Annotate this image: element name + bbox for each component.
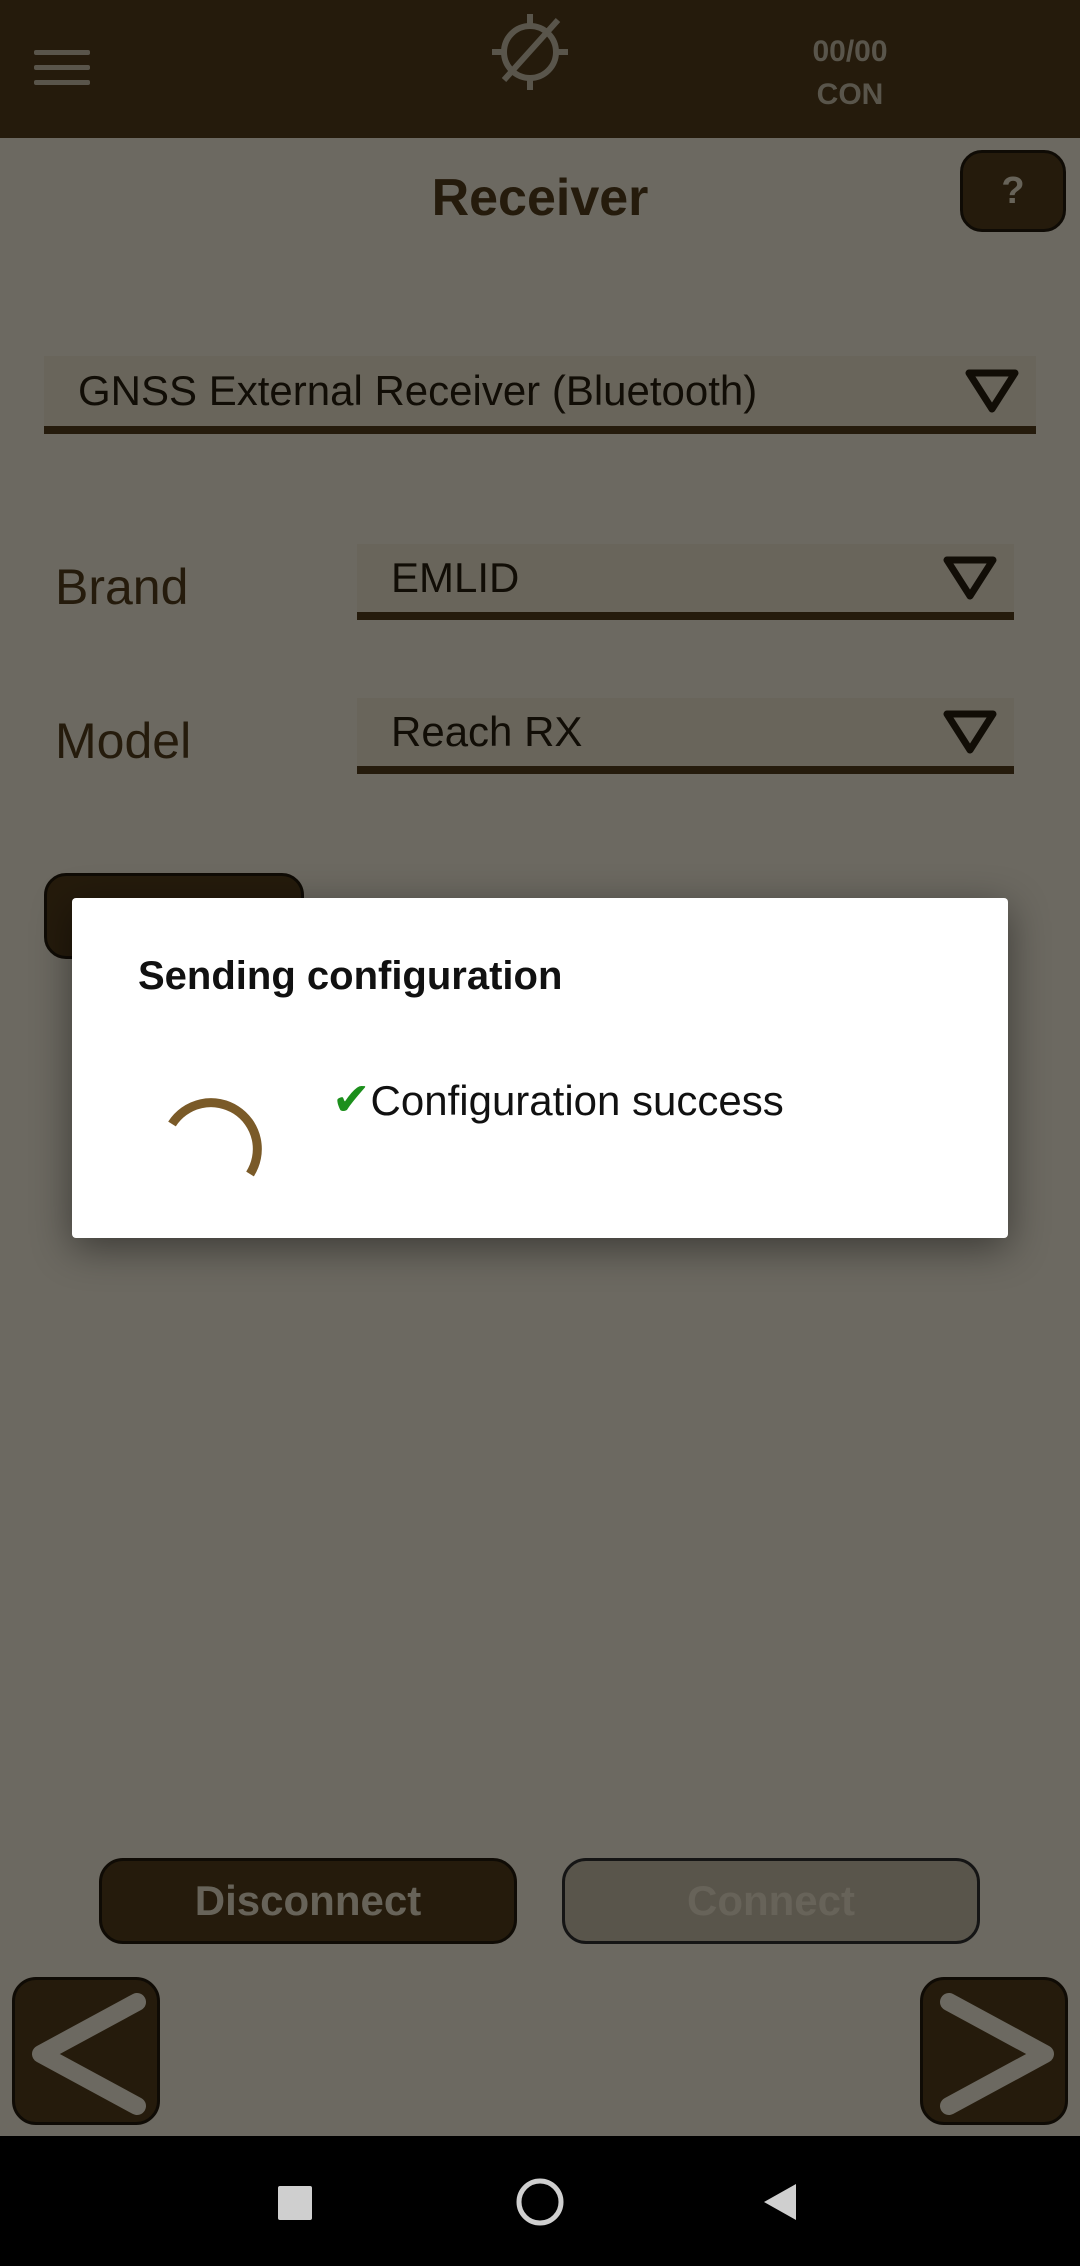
back-icon[interactable] [760,2182,800,2222]
app-screen: 00/00 CON Receiver ? GNSS External Recei… [0,0,1080,2266]
home-icon[interactable] [514,2176,566,2228]
dialog-message: ✔Configuration success [332,1072,784,1126]
loading-spinner-icon [168,1098,262,1177]
sending-configuration-dialog: Sending configuration ✔Configuration suc… [72,898,1008,1238]
recent-apps-icon[interactable] [278,2186,312,2220]
dialog-title: Sending configuration [138,954,563,998]
check-icon: ✔ [332,1073,371,1125]
dialog-message-text: Configuration success [370,1077,784,1124]
